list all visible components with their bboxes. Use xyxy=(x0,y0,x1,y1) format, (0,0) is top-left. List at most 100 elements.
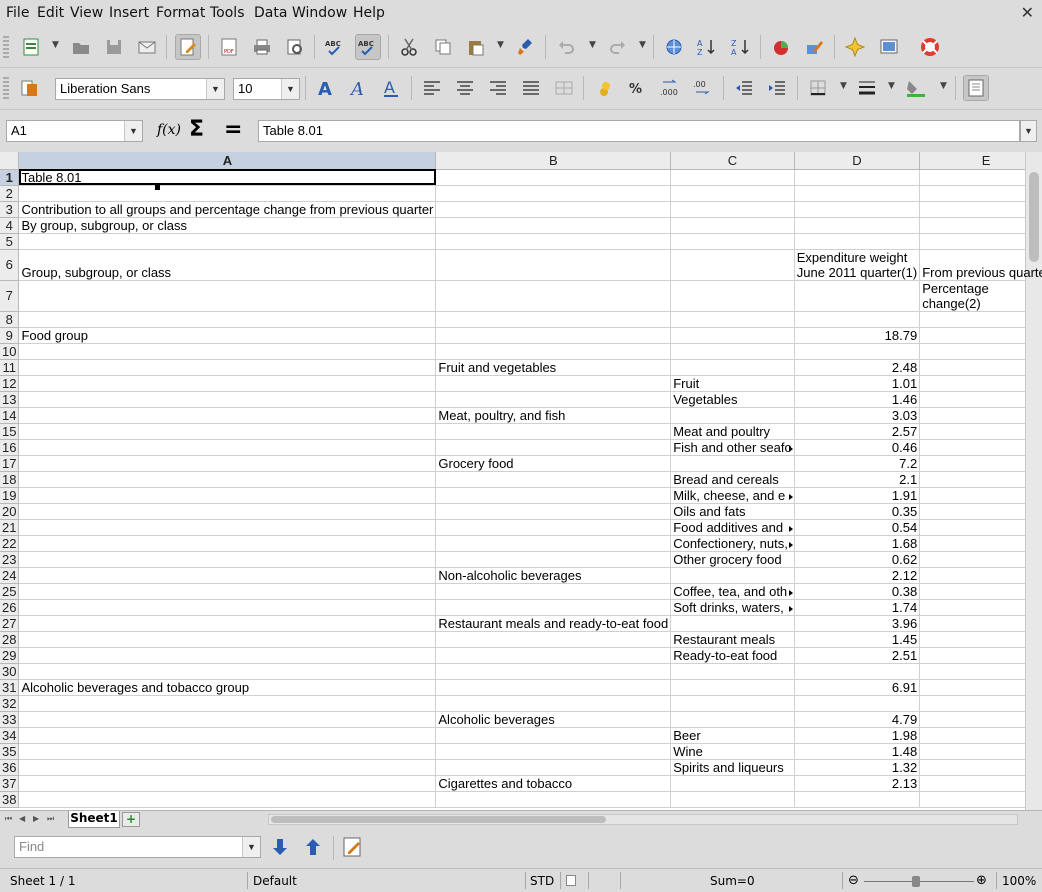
function-wizard-icon[interactable]: f(x) xyxy=(157,122,181,138)
cell-e21[interactable]: -2.2 xyxy=(919,519,1042,536)
cell-a28[interactable] xyxy=(18,631,437,648)
zoom-in-icon[interactable]: ⊕ xyxy=(976,873,987,888)
sheet-tab-sheet1[interactable]: Sheet1 xyxy=(68,811,120,828)
row-header[interactable]: 1 xyxy=(0,169,20,186)
cell-b13[interactable] xyxy=(435,391,672,408)
hyperlink-icon[interactable] xyxy=(661,34,687,60)
cell-a5[interactable] xyxy=(18,233,437,250)
cell-e12[interactable]: 1.2 xyxy=(919,375,1042,392)
cell-a31[interactable]: Alcoholic beverages and tobacco group xyxy=(18,679,437,696)
cell-d2[interactable] xyxy=(794,185,921,202)
cell-c32[interactable] xyxy=(670,695,795,712)
cell-b15[interactable] xyxy=(435,423,672,440)
cell-a20[interactable] xyxy=(18,503,437,520)
cell-b23[interactable] xyxy=(435,551,672,568)
row-header[interactable]: 33 xyxy=(0,711,20,728)
cell-b4[interactable] xyxy=(435,217,672,234)
cell-b34[interactable] xyxy=(435,727,672,744)
close-document-icon[interactable]: ✕ xyxy=(1021,3,1034,22)
cell-a11[interactable] xyxy=(18,359,437,376)
column-header-a[interactable]: A xyxy=(18,152,437,170)
menu-insert[interactable]: Insert xyxy=(109,5,149,21)
cell-e33[interactable]: 0.3 xyxy=(919,711,1042,728)
cell-b31[interactable] xyxy=(435,679,672,696)
row-header[interactable]: 32 xyxy=(0,695,20,712)
row-header[interactable]: 29 xyxy=(0,647,20,664)
select-all-corner[interactable] xyxy=(0,152,20,170)
cell-a23[interactable] xyxy=(18,551,437,568)
cell-c12[interactable]: Fruit xyxy=(670,375,795,392)
gallery-icon[interactable] xyxy=(876,34,902,60)
cell-a36[interactable] xyxy=(18,759,437,776)
cell-b20[interactable] xyxy=(435,503,672,520)
cell-a30[interactable] xyxy=(18,663,437,680)
cell-b7[interactable] xyxy=(435,280,672,312)
cell-a6[interactable]: Group, subgroup, or class xyxy=(18,249,437,281)
cell-e36[interactable]: 0.6 xyxy=(919,759,1042,776)
row-header[interactable]: 13 xyxy=(0,391,20,408)
row-header[interactable]: 34 xyxy=(0,727,20,744)
cell-b16[interactable] xyxy=(435,439,672,456)
redo-dropdown-icon[interactable]: ▼ xyxy=(639,40,646,50)
cell-e22[interactable]: -1.8 xyxy=(919,535,1042,552)
cell-e8[interactable] xyxy=(919,311,1042,328)
cut-icon[interactable] xyxy=(396,34,422,60)
cell-b32[interactable] xyxy=(435,695,672,712)
undo-dropdown-icon[interactable]: ▼ xyxy=(589,40,596,50)
menu-format[interactable]: Format xyxy=(156,5,205,21)
cell-c34[interactable]: Beer xyxy=(670,727,795,744)
background-color-icon[interactable] xyxy=(903,75,929,101)
paste-icon[interactable] xyxy=(463,34,489,60)
cell-c21[interactable]: Food additives and xyxy=(670,519,795,536)
cell-d26[interactable]: 1.74 xyxy=(794,599,921,616)
cell-c3[interactable] xyxy=(670,201,795,218)
cell-e29[interactable]: 0.2 xyxy=(919,647,1042,664)
formula-input[interactable]: Table 8.01 xyxy=(258,120,1020,142)
cell-d27[interactable]: 3.96 xyxy=(794,615,921,632)
cell-d38[interactable] xyxy=(794,791,921,808)
cell-c15[interactable]: Meat and poultry xyxy=(670,423,795,440)
clone-formatting-icon[interactable] xyxy=(513,34,539,60)
cell-a26[interactable] xyxy=(18,599,437,616)
row-header[interactable]: 10 xyxy=(0,343,20,360)
paste-dropdown-icon[interactable]: ▼ xyxy=(497,40,504,50)
cell-a18[interactable] xyxy=(18,471,437,488)
row-header[interactable]: 11 xyxy=(0,359,20,376)
row-header[interactable]: 21 xyxy=(0,519,20,536)
cell-c35[interactable]: Wine xyxy=(670,743,795,760)
cell-e26[interactable]: 0.2 xyxy=(919,599,1042,616)
cell-d8[interactable] xyxy=(794,311,921,328)
cell-b22[interactable] xyxy=(435,535,672,552)
font-size-combobox[interactable]: 10 ▼ xyxy=(233,78,300,100)
undo-icon[interactable] xyxy=(553,34,579,60)
cell-d3[interactable] xyxy=(794,201,921,218)
cell-c16[interactable]: Fish and other seafo xyxy=(670,439,795,456)
cell-b12[interactable] xyxy=(435,375,672,392)
row-header[interactable]: 4 xyxy=(0,217,20,234)
cell-e15[interactable]: 0.1 xyxy=(919,423,1042,440)
cell-d9[interactable]: 18.79 xyxy=(794,327,921,344)
row-header[interactable]: 6 xyxy=(0,249,20,281)
column-header-b[interactable]: B xyxy=(435,152,672,170)
row-header[interactable]: 35 xyxy=(0,743,20,760)
cell-a35[interactable] xyxy=(18,743,437,760)
cell-e10[interactable] xyxy=(919,343,1042,360)
cell-d5[interactable] xyxy=(794,233,921,250)
align-right-icon[interactable] xyxy=(485,75,511,101)
font-name-combobox[interactable]: Liberation Sans ▼ xyxy=(55,78,225,100)
cell-e34[interactable]: 0.9 xyxy=(919,727,1042,744)
cell-c25[interactable]: Coffee, tea, and oth xyxy=(670,583,795,600)
row-header[interactable]: 24 xyxy=(0,567,20,584)
cell-b14[interactable]: Meat, poultry, and fish xyxy=(435,407,672,424)
cell-d35[interactable]: 1.48 xyxy=(794,743,921,760)
email-icon[interactable] xyxy=(134,34,160,60)
cell-c17[interactable] xyxy=(670,455,795,472)
increase-indent-icon[interactable] xyxy=(764,75,790,101)
cell-c36[interactable]: Spirits and liqueurs xyxy=(670,759,795,776)
cell-c23[interactable]: Other grocery food xyxy=(670,551,795,568)
menu-view[interactable]: View xyxy=(70,5,103,21)
cell-e20[interactable]: -4.9 xyxy=(919,503,1042,520)
align-center-icon[interactable] xyxy=(452,75,478,101)
cell-d21[interactable]: 0.54 xyxy=(794,519,921,536)
row-header[interactable]: 3 xyxy=(0,201,20,218)
